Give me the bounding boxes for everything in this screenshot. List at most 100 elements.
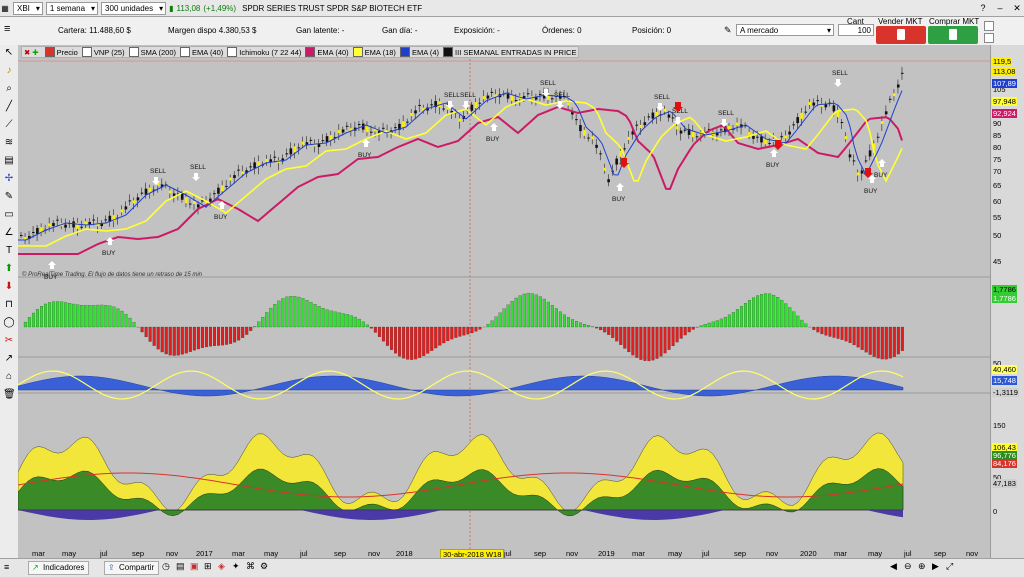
legend-label[interactable]: Precio [57,48,78,57]
candle-body [217,188,220,194]
stop-icon[interactable]: ✂ [3,335,15,346]
sell-signal-label: SELL [832,70,848,77]
zoom-in-icon[interactable]: ⊕ [918,561,926,572]
legend-swatch[interactable] [227,47,237,57]
legend-swatch[interactable] [353,47,363,57]
legend-swatch[interactable] [443,47,453,57]
ellipse-icon[interactable]: ◯ [3,317,15,328]
sell-market-button[interactable] [876,26,926,44]
trendline-icon[interactable]: ╱ [3,101,15,112]
help-icon[interactable]: ? [976,2,990,14]
candle-body [286,153,289,154]
pointer-icon[interactable]: ↖ [3,47,15,58]
close-icon[interactable]: ✕ [1010,2,1024,14]
legend-label[interactable]: EMA (40) [192,48,223,57]
scroll-right-icon[interactable]: ▶ [932,561,939,572]
legend-label[interactable]: SMA (200) [141,48,176,57]
histogram-bar [511,301,514,327]
legend-label[interactable]: III SEMANAL ENTRADAS IN PRICE [455,48,576,57]
legend-label[interactable]: EMA (40) [317,48,348,57]
histogram-bar [519,296,522,327]
order-type-select[interactable]: A mercado [736,24,834,36]
histogram-bar [555,309,558,327]
drawing-toolbar: ↖ ♪ ⌕ ╱ ⟋ ≋ ▤ ✢ ✎ ▭ ∠ T ⬆ ⬇ ⊓ ◯ ✂ ↗ ⌂ 🗑 [0,45,19,558]
bottom-icon-6[interactable]: ✦ [232,561,240,572]
candle-icon[interactable]: ▮ [169,4,173,13]
candle-body [644,122,647,125]
bottom-icon-1[interactable]: ◷ [162,561,170,572]
histogram-bar [603,327,606,332]
legend-swatch[interactable] [180,47,190,57]
measure-icon[interactable]: ↗ [3,353,15,364]
legend-swatch[interactable] [129,47,139,57]
timeframe-select[interactable]: 1 semana [46,2,98,15]
indicators-button[interactable]: ↗Indicadores [28,561,89,575]
bottom-icon-4[interactable]: ⊞ [204,561,212,572]
fit-icon[interactable]: ⤢ [946,561,953,572]
bottom-icon-8[interactable]: ⚙ [260,561,268,572]
legend-remove-icon[interactable]: ✖ [24,48,30,57]
ticker-select[interactable]: XBI [13,2,43,15]
qty-input[interactable]: 100 [838,24,874,36]
zoom-out-icon[interactable]: ⊖ [904,561,912,572]
buy-market-button[interactable] [928,26,978,44]
time-axis-label: nov [766,549,778,558]
legend-label[interactable]: Ichimoku (7 22 44) [239,48,301,57]
legend-label[interactable]: VNP (25) [94,48,125,57]
rectangle-icon[interactable]: ▭ [3,209,15,220]
channel-icon[interactable]: ≋ [3,137,15,148]
candle-body [889,99,892,100]
legend-swatch[interactable] [305,47,315,57]
bottom-icon-7[interactable]: ⌘ [246,561,255,572]
chart-icon[interactable]: ▦ [0,4,10,13]
buy-arrow-icon [48,261,56,269]
axis-tick: 70 [993,167,1001,176]
bottom-icon-3[interactable]: ▣ [190,561,199,572]
buy-arrow-icon [490,123,498,131]
pencil-icon[interactable]: ✎ [3,191,15,202]
legend-add-icon[interactable]: ✚ [32,48,38,57]
angle-icon[interactable]: ∠ [3,227,15,238]
bottom-icon-5[interactable]: ◈ [218,561,225,572]
legend-swatch[interactable] [45,47,55,57]
edit-icon[interactable]: ✎ [724,25,732,36]
crosshair-icon[interactable]: ✢ [3,173,15,184]
histogram-bar [881,327,884,359]
magnet-icon[interactable]: ⊓ [3,299,15,310]
option-checkbox-1[interactable] [984,21,994,31]
ray-icon[interactable]: ⟋ [3,119,15,130]
option-checkbox-2[interactable] [984,33,994,43]
histogram-bar [760,294,763,327]
alert-bell-icon[interactable]: ♪ [3,65,15,76]
sell-signal-label: SELL [444,92,460,99]
histogram-bar [684,327,687,335]
candle-body [845,136,848,139]
text-icon[interactable]: T [3,245,15,256]
candle-body [539,94,542,95]
sell-arrow-icon[interactable]: ⬇ [3,281,15,292]
price-axis[interactable]: 1101051009590858075706560555045119,5113,… [990,45,1024,558]
scroll-left-icon[interactable]: ◀ [890,561,897,572]
histogram-bar [398,327,401,356]
units-select[interactable]: 300 unidades [101,2,166,15]
watermark: © ProRealTime Trading. El flujo de datos… [22,271,203,278]
lock-icon[interactable]: ⌂ [3,371,15,382]
legend-swatch[interactable] [82,47,92,57]
share-button[interactable]: ⇪Compartir [104,561,159,575]
bottom-icon-2[interactable]: ▤ [176,561,185,572]
zoom-icon[interactable]: ⌕ [3,83,15,94]
account-icon[interactable]: ≡ [4,23,10,35]
minimize-icon[interactable]: – [993,2,1007,14]
save-icon[interactable]: ≡ [4,562,9,572]
fibonacci-icon[interactable]: ▤ [3,155,15,166]
delete-icon[interactable]: 🗑 [3,389,15,400]
buy-arrow-icon[interactable]: ⬆ [3,263,15,274]
time-axis-label: jul [300,549,308,558]
candle-body [402,121,405,127]
chart-svg[interactable]: SELLSELLSELLSELLSELLSELLSELLSELLSELLSELL… [18,45,990,558]
histogram-bar [290,296,293,327]
chart-area[interactable]: SELLSELLSELLSELLSELLSELLSELLSELLSELLSELL… [18,45,990,558]
legend-label[interactable]: EMA (18) [365,48,396,57]
legend-swatch[interactable] [400,47,410,57]
legend-label[interactable]: EMA (4) [412,48,439,57]
